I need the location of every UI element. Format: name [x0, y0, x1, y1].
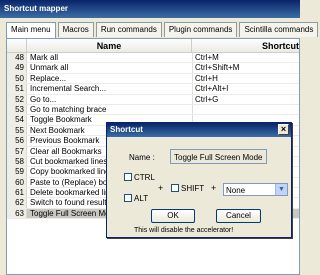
- row-shortcut: Ctrl+Alt+I: [195, 84, 229, 94]
- row-shortcut: Ctrl+H: [195, 73, 218, 83]
- key-select-value: None: [226, 186, 246, 195]
- row-number: 59: [7, 167, 27, 177]
- row-number: 54: [7, 115, 27, 125]
- ok-button[interactable]: OK: [151, 209, 195, 223]
- row-number: 51: [7, 84, 27, 94]
- table-row[interactable]: 50 Replace... Ctrl+H: [7, 73, 299, 85]
- ctrl-label: CTRL: [134, 173, 155, 182]
- shift-checkbox[interactable]: [171, 184, 179, 192]
- row-command-name: Incremental Search...: [27, 84, 193, 94]
- row-command-name: Unmark all: [27, 63, 193, 73]
- chevron-down-icon[interactable]: ▼: [275, 184, 287, 195]
- table-row[interactable]: 51 Incremental Search... Ctrl+Alt+I: [7, 84, 299, 95]
- row-number: 57: [7, 146, 27, 156]
- key-select[interactable]: None ▼: [223, 183, 288, 196]
- tab-scintilla-commands[interactable]: Scintilla commands: [239, 22, 319, 37]
- row-command-name: Go to...: [27, 94, 193, 104]
- row-shortcut: Ctrl+G: [195, 94, 219, 104]
- table-row[interactable]: 48 Mark all Ctrl+M: [7, 53, 299, 64]
- row-number: 49: [7, 63, 27, 73]
- dialog-title: Shortcut: [110, 125, 143, 134]
- table-row[interactable]: 52 Go to... Ctrl+G: [7, 94, 299, 105]
- close-icon[interactable]: ×: [278, 124, 289, 135]
- tab-main-menu[interactable]: Main menu: [6, 22, 56, 38]
- row-number: 50: [7, 73, 27, 84]
- alt-checkbox[interactable]: [124, 194, 132, 202]
- name-value: Toggle Full Screen Mode: [170, 149, 267, 164]
- header-shortcut[interactable]: Shortcut: [192, 39, 299, 52]
- plus-sign-1: +: [158, 183, 164, 193]
- row-number: 56: [7, 136, 27, 146]
- row-number: 52: [7, 94, 27, 104]
- row-number: 55: [7, 125, 27, 136]
- row-number: 63: [7, 208, 27, 219]
- row-number: 61: [7, 188, 27, 198]
- shift-label: SHIFT: [181, 184, 205, 193]
- window-title: Shortcut mapper: [0, 0, 300, 18]
- row-shortcut: [193, 105, 299, 114]
- tab-macros[interactable]: Macros: [57, 22, 94, 37]
- row-command-name: Replace...: [27, 73, 193, 84]
- row-shortcut: Ctrl+M: [195, 53, 219, 62]
- header-name[interactable]: Name: [27, 39, 192, 52]
- row-number: 60: [7, 177, 27, 188]
- row-shortcut: Ctrl+Shift+M: [195, 63, 240, 73]
- name-label: Name :: [129, 153, 155, 162]
- cancel-button[interactable]: Cancel: [216, 209, 261, 223]
- header-number[interactable]: [7, 39, 27, 52]
- ctrl-checkbox[interactable]: [124, 173, 132, 181]
- tab-run-commands[interactable]: Run commands: [95, 22, 162, 37]
- row-number: 53: [7, 104, 27, 115]
- row-number: 62: [7, 198, 27, 208]
- table-row[interactable]: 53 Go to matching brace: [7, 104, 299, 116]
- row-command-name: Go to matching brace: [27, 104, 193, 115]
- tab-plugin-commands[interactable]: Plugin commands: [163, 22, 238, 37]
- table-header: Name Shortcut: [7, 39, 299, 53]
- shortcut-dialog: Shortcut × Name : Toggle Full Screen Mod…: [106, 122, 292, 238]
- dialog-titlebar: Shortcut ×: [107, 123, 291, 137]
- warning-text: This will disable the accelerator!: [134, 227, 234, 234]
- alt-label: ALT: [134, 194, 149, 203]
- tab-bar: Main menu Macros Run commands Plugin com…: [0, 22, 319, 38]
- row-number: 48: [7, 53, 27, 63]
- row-command-name: Mark all: [27, 53, 193, 63]
- plus-sign-2: +: [211, 183, 217, 193]
- row-number: 58: [7, 156, 27, 167]
- table-row[interactable]: 49 Unmark all Ctrl+Shift+M: [7, 63, 299, 74]
